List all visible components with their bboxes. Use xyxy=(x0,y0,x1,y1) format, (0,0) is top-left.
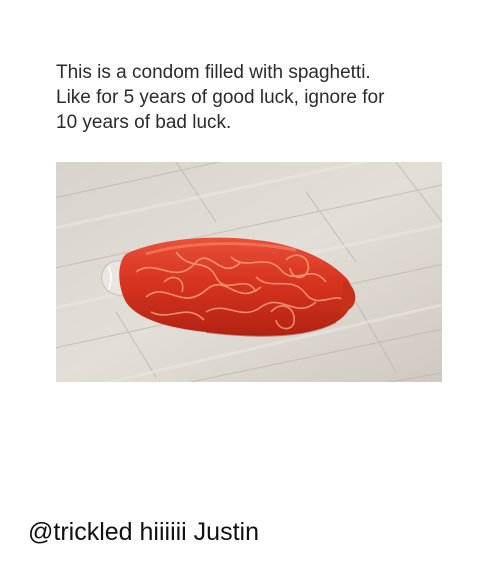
caption-line-1: This is a condom filled with spaghetti. xyxy=(56,62,371,83)
caption-line-3: 10 years of bad luck. xyxy=(56,112,232,133)
footer-caption: @trickled hiiiiii Justin xyxy=(28,518,259,546)
meme-card: This is a condom filled with spaghetti. … xyxy=(0,0,500,470)
spaghetti-condom-photo xyxy=(56,162,442,382)
meme-caption: This is a condom filled with spaghetti. … xyxy=(56,60,456,135)
caption-line-2: Like for 5 years of good luck, ignore fo… xyxy=(56,87,385,108)
meme-photo xyxy=(56,162,442,382)
